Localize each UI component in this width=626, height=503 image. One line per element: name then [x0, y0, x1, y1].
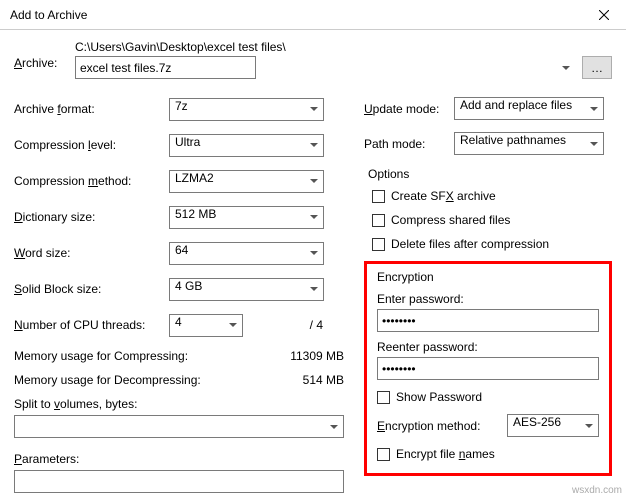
solid-block-size-label: Solid Block size:	[14, 282, 169, 296]
watermark: wsxdn.com	[572, 485, 622, 496]
close-icon	[599, 10, 609, 20]
dictionary-size-select[interactable]: 512 MB	[169, 206, 324, 229]
delete-after-label: Delete files after compression	[391, 237, 549, 251]
create-sfx-label: Create SFX archive	[391, 189, 496, 203]
split-volumes-label: Split to volumes, bytes:	[14, 397, 344, 411]
mem-decompress-value: 514 MB	[303, 373, 344, 387]
compression-method-select[interactable]: LZMA2	[169, 170, 324, 193]
archive-label: Archive:	[14, 40, 69, 70]
split-volumes-select[interactable]	[14, 415, 344, 438]
compress-shared-checkbox[interactable]	[372, 214, 385, 227]
parameters-input[interactable]	[14, 470, 344, 493]
compression-level-select[interactable]: Ultra	[169, 134, 324, 157]
word-size-select[interactable]: 64	[169, 242, 324, 265]
show-password-label: Show Password	[396, 390, 482, 404]
solid-block-size-select[interactable]: 4 GB	[169, 278, 324, 301]
path-mode-label: Path mode:	[364, 137, 454, 151]
browse-button[interactable]: …	[582, 56, 612, 79]
titlebar: Add to Archive	[0, 0, 626, 30]
update-mode-select[interactable]: Add and replace files	[454, 97, 604, 120]
mem-decompress-label: Memory usage for Decompressing:	[14, 373, 201, 387]
mem-compress-label: Memory usage for Compressing:	[14, 349, 188, 363]
reenter-password-input[interactable]	[377, 357, 599, 380]
encryption-method-select[interactable]: AES-256	[507, 414, 599, 437]
archive-format-label: Archive format:	[14, 102, 169, 116]
reenter-password-label: Reenter password:	[377, 340, 599, 354]
options-title: Options	[364, 167, 612, 181]
mem-compress-value: 11309 MB	[290, 349, 344, 363]
show-password-checkbox[interactable]	[377, 391, 390, 404]
cpu-threads-total: / 4	[253, 318, 323, 332]
compression-level-label: Compression level:	[14, 138, 169, 152]
compress-shared-label: Compress shared files	[391, 213, 510, 227]
encryption-method-label: Encryption method:	[377, 419, 480, 433]
window-title: Add to Archive	[10, 8, 87, 22]
encryption-title: Encryption	[377, 270, 599, 284]
archive-path: C:\Users\Gavin\Desktop\excel test files\	[75, 40, 612, 54]
update-mode-label: Update mode:	[364, 102, 454, 116]
archive-filename-input[interactable]	[75, 56, 256, 79]
archive-format-select[interactable]: 7z	[169, 98, 324, 121]
dictionary-size-label: Dictionary size:	[14, 210, 169, 224]
encrypt-file-names-label: Encrypt file names	[396, 447, 495, 461]
close-button[interactable]	[581, 0, 626, 30]
path-mode-select[interactable]: Relative pathnames	[454, 132, 604, 155]
encryption-group: Encryption Enter password: Reenter passw…	[364, 261, 612, 476]
cpu-threads-select[interactable]: 4	[169, 314, 243, 337]
encrypt-file-names-checkbox[interactable]	[377, 448, 390, 461]
cpu-threads-label: Number of CPU threads:	[14, 318, 169, 332]
enter-password-label: Enter password:	[377, 292, 599, 306]
parameters-label: Parameters:	[14, 452, 344, 466]
create-sfx-checkbox[interactable]	[372, 190, 385, 203]
compression-method-label: Compression method:	[14, 174, 169, 188]
word-size-label: Word size:	[14, 246, 169, 260]
delete-after-checkbox[interactable]	[372, 238, 385, 251]
enter-password-input[interactable]	[377, 309, 599, 332]
